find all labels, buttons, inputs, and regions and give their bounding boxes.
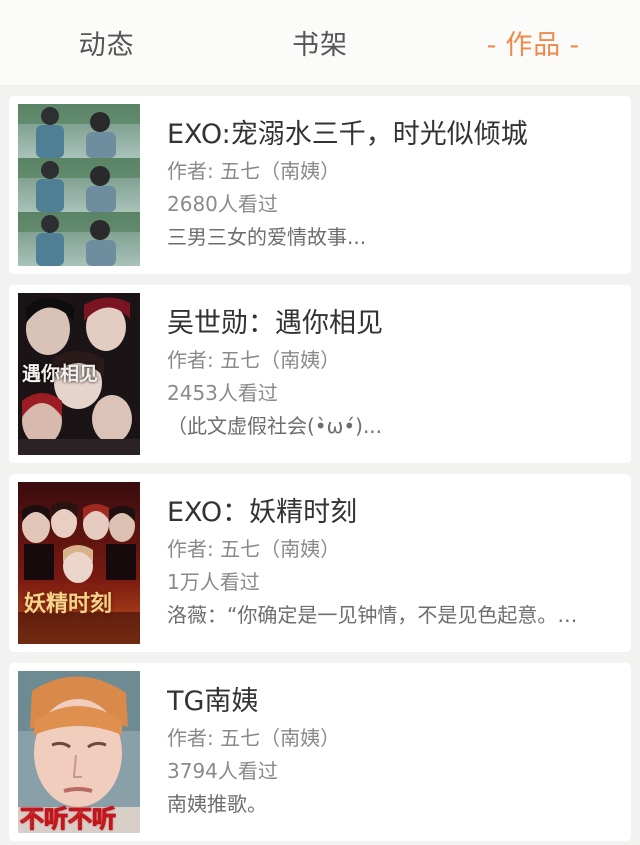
work-info: 吴世勋：遇你相见 作者: 五七（南姨） 2453人看过 （此文虚假社会(•̀ω•… (167, 306, 622, 443)
work-author: 作者: 五七（南姨） (167, 158, 341, 183)
cover-title-text: 遇你相见 (22, 363, 99, 385)
work-views: 3794人看过 (167, 758, 278, 783)
work-card[interactable]: EXO:宠溺水三千，时光似倾城 作者: 五七（南姨） 2680人看过 三男三女的… (9, 96, 631, 274)
work-views: 2453人看过 (167, 380, 278, 405)
active-tab-dash-right: - (569, 30, 581, 61)
book-cover-image: 妖精时刻 (18, 482, 140, 644)
work-description: 洛薇：“你确定是一见钟情，不是见色起意。… (167, 602, 578, 627)
work-title[interactable]: EXO：妖精时刻 (167, 495, 622, 531)
tab-dynamics[interactable]: 动态 (0, 23, 213, 62)
work-info: EXO:宠溺水三千，时光似倾城 作者: 五七（南姨） 2680人看过 三男三女的… (167, 117, 622, 254)
tab-works-label: 作品 (505, 30, 562, 61)
tab-works[interactable]: - 作品 - (427, 23, 640, 62)
work-title[interactable]: 吴世勋：遇你相见 (167, 306, 622, 342)
book-cover-image (18, 104, 140, 266)
tab-bookshelf[interactable]: 书架 (213, 23, 426, 62)
work-title[interactable]: EXO:宠溺水三千，时光似倾城 (167, 117, 622, 153)
work-info: TG南姨 作者: 五七（南姨） 3794人看过 南姨推歌。 (167, 684, 622, 821)
work-description: 南姨推歌。 (167, 791, 267, 816)
work-description: 三男三女的爱情故事... (167, 224, 367, 249)
cover-title-text: 妖精时刻 (24, 592, 113, 617)
active-tab-dash-left: - (486, 30, 498, 61)
work-description: （此文虚假社会(•̀ω•́)... (167, 413, 383, 438)
work-info: EXO：妖精时刻 作者: 五七（南姨） 1万人看过 洛薇：“你确定是一见钟情，不… (167, 495, 622, 632)
work-author: 作者: 五七（南姨） (167, 347, 341, 372)
book-cover-image: 遇你相见 (18, 293, 140, 455)
work-author: 作者: 五七（南姨） (167, 725, 341, 750)
work-views: 1万人看过 (167, 569, 260, 594)
work-views: 2680人看过 (167, 191, 278, 216)
cover-title-text: 不听不听 (20, 805, 117, 834)
book-cover-image: 不听不听 (18, 671, 140, 833)
works-list: EXO:宠溺水三千，时光似倾城 作者: 五七（南姨） 2680人看过 三男三女的… (0, 86, 640, 841)
work-card[interactable]: 不听不听 TG南姨 作者: 五七（南姨） 3794人看过 南姨推歌。 (9, 663, 631, 841)
work-card[interactable]: 妖精时刻 EXO：妖精时刻 作者: 五七（南姨） 1万人看过 洛薇：“你确定是一… (9, 474, 631, 652)
work-author: 作者: 五七（南姨） (167, 536, 341, 561)
tab-bar: 动态 书架 - 作品 - (0, 0, 640, 86)
work-card[interactable]: 遇你相见 吴世勋：遇你相见 作者: 五七（南姨） 2453人看过 （此文虚假社会… (9, 285, 631, 463)
work-title[interactable]: TG南姨 (167, 684, 622, 720)
